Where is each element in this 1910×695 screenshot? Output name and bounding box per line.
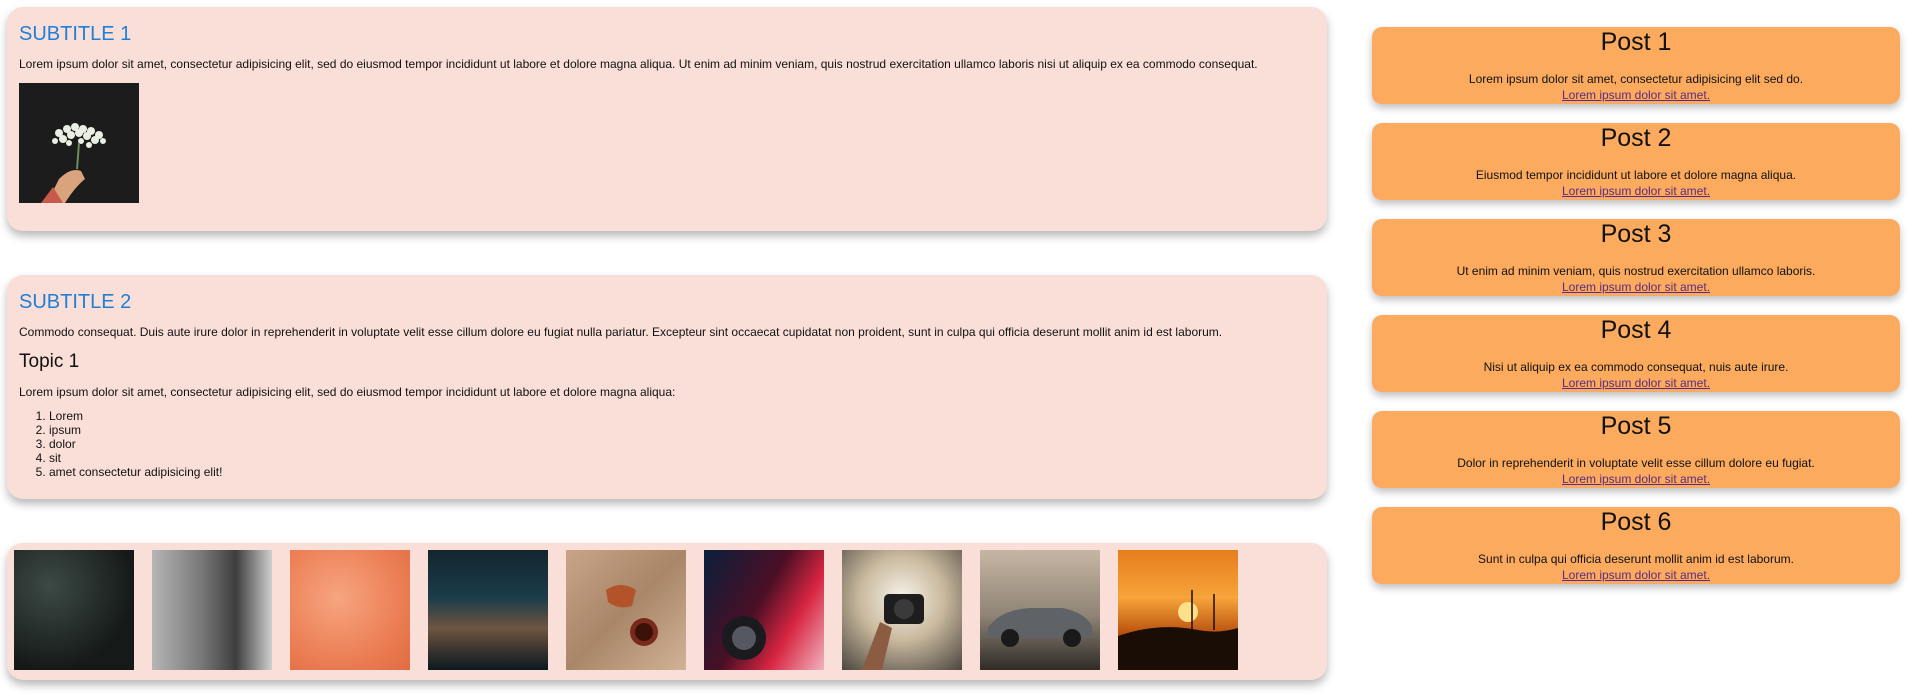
post-title: Post 1: [1600, 28, 1672, 56]
gallery-image-city-night[interactable]: [428, 550, 548, 670]
gallery-image-sunset[interactable]: [1118, 550, 1238, 670]
post-card: Post 2 Eiusmod tempor incididunt ut labo…: [1372, 123, 1900, 200]
list-item: ipsum: [49, 423, 1315, 437]
section-1-card: SUBTITLE 1 Lorem ipsum dolor sit amet, c…: [7, 7, 1327, 231]
post-link[interactable]: Lorem ipsum dolor sit amet.: [1562, 88, 1710, 102]
post-text: Nisi ut aliquip ex ea commodo consequat,…: [1483, 360, 1789, 374]
topic-list: Lorem ipsum dolor sit amet consectetur a…: [19, 409, 1315, 479]
flower-photo: [19, 83, 139, 203]
post-link[interactable]: Lorem ipsum dolor sit amet.: [1562, 376, 1710, 390]
subtitle-2: SUBTITLE 2: [19, 291, 132, 313]
section-2-text: Commodo consequat. Duis aute irure dolor…: [19, 325, 1223, 339]
post-text: Dolor in reprehenderit in voluptate veli…: [1457, 456, 1815, 470]
gallery-image-car-red[interactable]: [704, 550, 824, 670]
post-card: Post 1 Lorem ipsum dolor sit amet, conse…: [1372, 27, 1900, 104]
section-1-text: Lorem ipsum dolor sit amet, consectetur …: [19, 57, 1258, 71]
gallery-image-camera[interactable]: [842, 550, 962, 670]
post-card: Post 5 Dolor in reprehenderit in volupta…: [1372, 411, 1900, 488]
post-card: Post 4 Nisi ut aliquip ex ea commodo con…: [1372, 315, 1900, 392]
gallery-image-plant[interactable]: [14, 550, 134, 670]
post-text: Lorem ipsum dolor sit amet, consectetur …: [1468, 72, 1804, 86]
topic-text: Lorem ipsum dolor sit amet, consectetur …: [19, 385, 676, 399]
post-link[interactable]: Lorem ipsum dolor sit amet.: [1562, 472, 1710, 486]
gallery-image-building[interactable]: [152, 550, 272, 670]
post-link[interactable]: Lorem ipsum dolor sit amet.: [1562, 568, 1710, 582]
list-item: amet consectetur adipisicing elit!: [49, 465, 1315, 479]
gallery-image-texture[interactable]: [290, 550, 410, 670]
list-item: Lorem: [49, 409, 1315, 423]
post-card: Post 6 Sunt in culpa qui officia deserun…: [1372, 507, 1900, 584]
post-title: Post 2: [1600, 124, 1672, 152]
topic-heading: Topic 1: [19, 351, 80, 372]
gallery-image-mustang[interactable]: [980, 550, 1100, 670]
post-link[interactable]: Lorem ipsum dolor sit amet.: [1562, 280, 1710, 294]
post-text: Sunt in culpa qui officia deserunt molli…: [1478, 552, 1794, 566]
post-text: Ut enim ad minim veniam, quis nostrud ex…: [1456, 264, 1816, 278]
post-card: Post 3 Ut enim ad minim veniam, quis nos…: [1372, 219, 1900, 296]
post-title: Post 4: [1600, 316, 1672, 344]
post-link[interactable]: Lorem ipsum dolor sit amet.: [1562, 184, 1710, 198]
list-item: dolor: [49, 437, 1315, 451]
section-2-card: SUBTITLE 2 Commodo consequat. Duis aute …: [7, 275, 1327, 499]
post-text: Eiusmod tempor incididunt ut labore et d…: [1475, 168, 1797, 182]
post-title: Post 5: [1600, 412, 1672, 440]
gallery-image-coffee-gloves[interactable]: [566, 550, 686, 670]
post-title: Post 6: [1600, 508, 1672, 536]
list-item: sit: [49, 451, 1315, 465]
subtitle-1: SUBTITLE 1: [19, 23, 132, 45]
image-gallery: [7, 543, 1327, 680]
post-title: Post 3: [1600, 220, 1672, 248]
